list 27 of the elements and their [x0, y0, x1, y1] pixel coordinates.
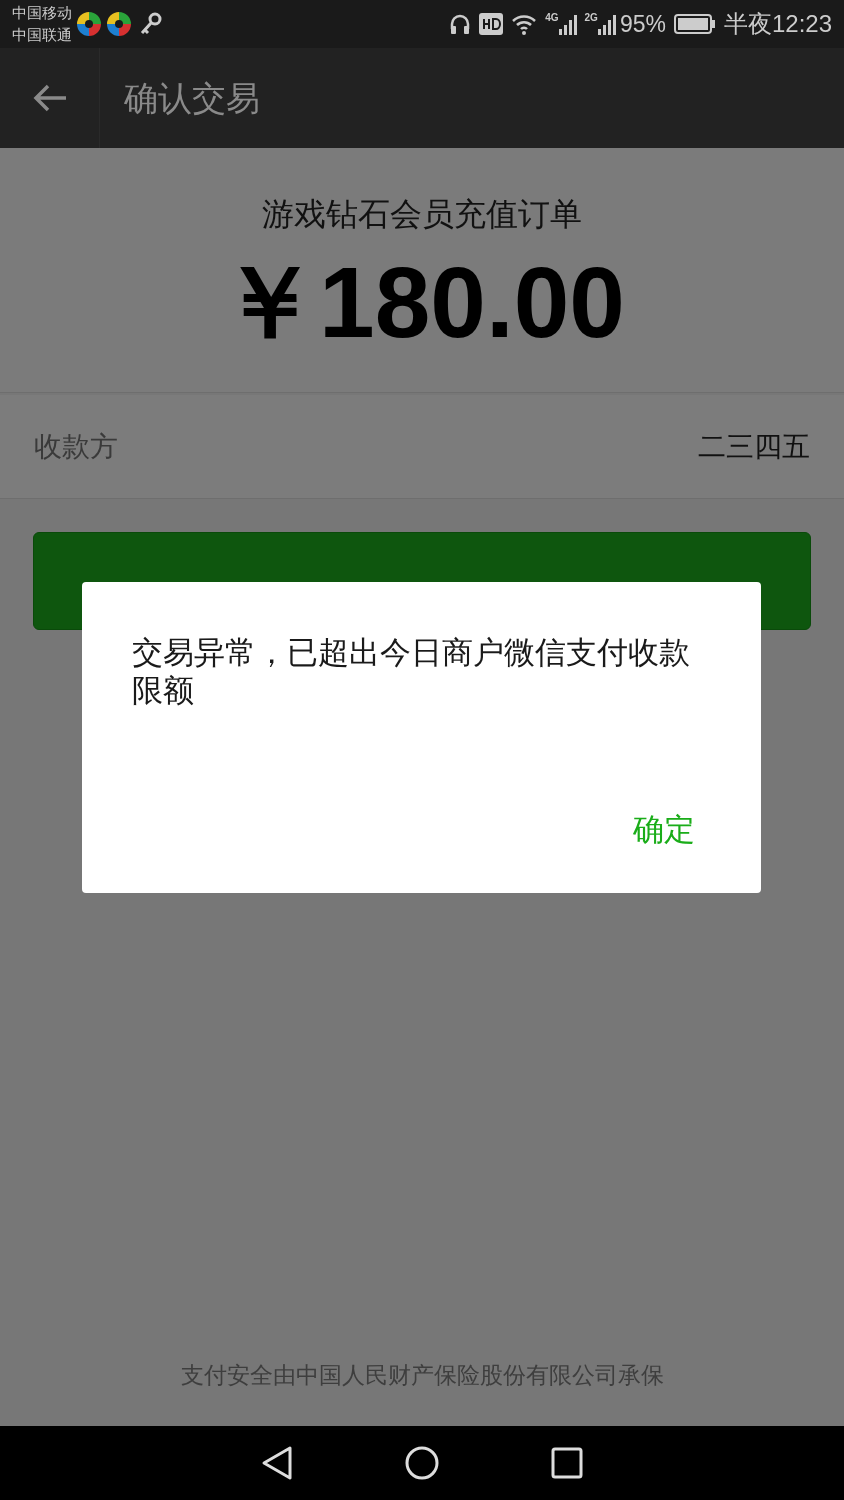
network-label: 4G: [545, 13, 559, 23]
battery-percent: 95%: [619, 9, 666, 39]
order-amount: ￥180.00: [219, 245, 625, 360]
app-logo-icon: [106, 11, 132, 37]
back-nav-button[interactable]: [260, 1445, 294, 1481]
home-button[interactable]: [404, 1445, 440, 1481]
network-label: 2G: [584, 13, 598, 23]
battery-icon: [673, 14, 716, 34]
carrier-name: 中国移动: [12, 3, 72, 23]
key-icon: [140, 12, 162, 36]
clock: 半夜12:23: [723, 9, 832, 39]
signal-icon: [558, 13, 577, 35]
payee-name: 二三四五: [698, 429, 810, 464]
insurance-note: 支付安全由中国人民财产保险股份有限公司承保: [180, 1360, 664, 1390]
payee-label: 收款方: [34, 429, 118, 464]
recents-button[interactable]: [550, 1446, 584, 1480]
app-logo-icon: [76, 11, 102, 37]
headphones-icon: [449, 13, 472, 35]
wifi-icon: [511, 13, 538, 35]
hd-icon: [479, 13, 504, 35]
dialog-message: 交易异常，已超出今日商户微信支付收款限额: [132, 634, 691, 710]
signal-icon: [597, 13, 616, 35]
confirm-button[interactable]: 确定: [633, 806, 695, 853]
page-title: 确认交易: [124, 77, 260, 119]
carrier-name: 中国联通: [12, 25, 72, 45]
back-arrow-icon: [31, 83, 68, 113]
order-title: 游戏钻石会员充值订单: [262, 195, 582, 234]
